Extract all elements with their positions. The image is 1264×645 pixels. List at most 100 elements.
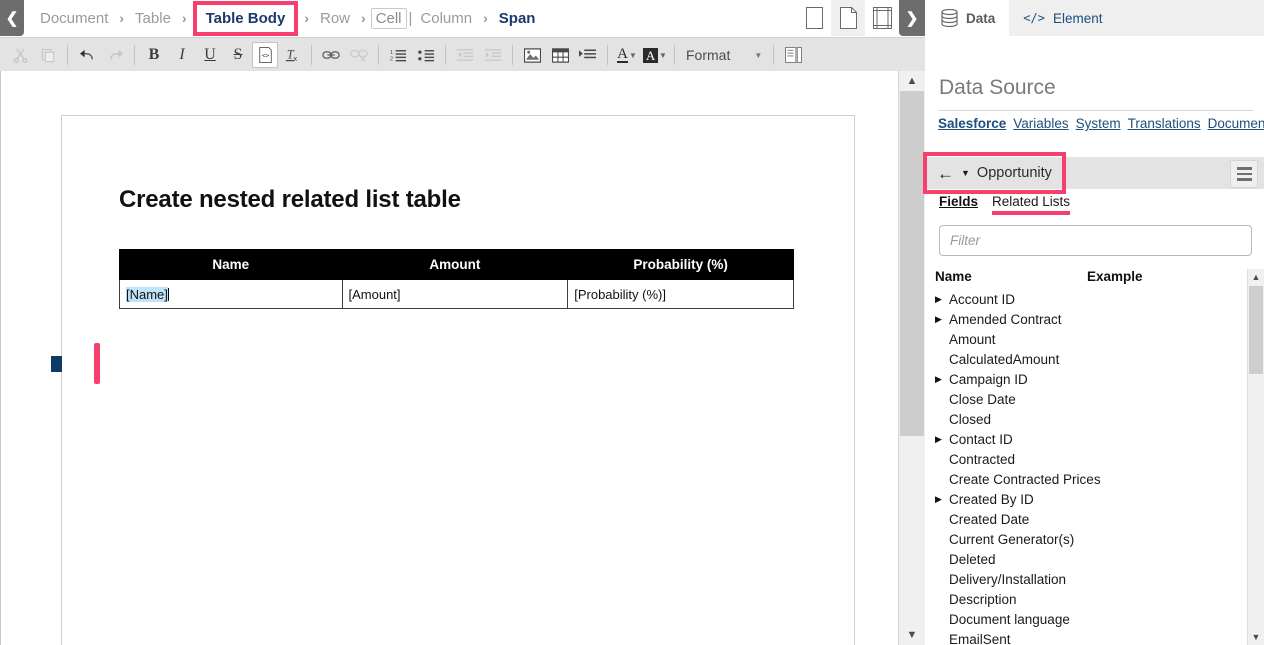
copy-icon[interactable] xyxy=(34,42,62,68)
format-dropdown[interactable]: Format ▼ xyxy=(680,42,768,68)
data-source-salesforce[interactable]: Salesforce xyxy=(938,116,1006,131)
field-list-item[interactable]: Contracted xyxy=(927,449,1240,469)
field-list-scrollbar[interactable]: ▲ ▼ xyxy=(1247,269,1264,645)
caret-down-icon[interactable]: ▼ xyxy=(629,51,637,60)
table-cell-amount[interactable]: [Amount] xyxy=(342,280,568,309)
field-list-item[interactable]: Amount xyxy=(927,329,1240,349)
hamburger-menu-icon[interactable] xyxy=(1230,160,1258,188)
page-margins-icon[interactable] xyxy=(865,0,899,36)
subtab-fields[interactable]: Fields xyxy=(939,194,978,213)
expand-triangle-icon[interactable]: ▶ xyxy=(935,495,946,504)
filter-input[interactable] xyxy=(940,226,1251,255)
field-list-item[interactable]: Deleted xyxy=(927,549,1240,569)
expand-triangle-icon[interactable]: ▶ xyxy=(935,435,946,444)
expand-triangle-icon[interactable]: ▶ xyxy=(935,375,946,384)
field-list-item[interactable]: ▶Campaign ID xyxy=(927,369,1240,389)
field-list-item[interactable]: Delivery/Installation xyxy=(927,569,1240,589)
background-color-icon[interactable]: A▼ xyxy=(641,42,669,68)
bold-icon[interactable]: B xyxy=(140,42,168,68)
arrow-left-icon[interactable]: ← xyxy=(937,165,954,182)
table-cell-name[interactable]: [Name] xyxy=(120,280,343,309)
document-page[interactable]: Create nested related list table Name Am… xyxy=(61,115,855,645)
chevron-up-icon[interactable]: ▲ xyxy=(1248,269,1264,285)
document-canvas[interactable]: Create nested related list table Name Am… xyxy=(0,71,899,645)
field-list-item[interactable]: CalculatedAmount xyxy=(927,349,1240,369)
code-icon: </> xyxy=(1023,11,1045,25)
unlink-icon[interactable] xyxy=(345,42,373,68)
cut-icon[interactable] xyxy=(6,42,34,68)
breadcrumb-bar: ❮ Document › Table › Table Body › Row › … xyxy=(0,0,925,37)
object-selector[interactable]: ← ▼ Opportunity xyxy=(927,157,1062,189)
redo-icon[interactable] xyxy=(101,42,129,68)
expand-triangle-icon[interactable]: ▶ xyxy=(935,315,946,324)
tab-data[interactable]: Data xyxy=(927,0,1009,36)
increase-indent-icon[interactable] xyxy=(479,42,507,68)
field-list-item[interactable]: EmailSent xyxy=(927,629,1240,645)
undo-icon[interactable] xyxy=(73,42,101,68)
field-list-item[interactable]: Close Date xyxy=(927,389,1240,409)
strikethrough-icon[interactable]: S xyxy=(224,42,252,68)
merge-field-name[interactable]: [Name] xyxy=(126,287,168,302)
field-list-item[interactable]: Created Date xyxy=(927,509,1240,529)
nested-related-list-table[interactable]: Name Amount Probability (%) [Name] [Amou… xyxy=(119,249,794,309)
data-source-system[interactable]: System xyxy=(1076,116,1121,131)
page-setup-icon[interactable] xyxy=(779,42,807,68)
filter-field[interactable] xyxy=(939,225,1252,256)
data-source-translations[interactable]: Translations xyxy=(1128,116,1201,131)
document-scrollbar-thumb[interactable] xyxy=(900,91,924,436)
underline-icon[interactable]: U xyxy=(196,42,224,68)
insert-image-icon[interactable] xyxy=(518,42,546,68)
object-name-label: Opportunity xyxy=(977,165,1052,181)
expand-spacer xyxy=(935,575,946,584)
caret-down-icon[interactable]: ▼ xyxy=(961,168,970,178)
field-list-item[interactable]: Description xyxy=(927,589,1240,609)
data-source-documents[interactable]: Documents xyxy=(1208,116,1264,131)
field-list-item-label: Closed xyxy=(949,412,991,427)
field-list-item[interactable]: Create Contracted Prices xyxy=(927,469,1240,489)
breadcrumb-item-cell[interactable]: Cell xyxy=(371,8,407,29)
caret-down-icon[interactable]: ▼ xyxy=(659,51,667,60)
breadcrumb-item-table-body[interactable]: Table Body xyxy=(200,8,292,29)
breadcrumb-item-column[interactable]: Column xyxy=(414,8,478,29)
expand-triangle-icon[interactable]: ▶ xyxy=(935,295,946,304)
chevron-down-icon[interactable]: ▼ xyxy=(899,625,925,645)
field-list-item[interactable]: ▶Created By ID xyxy=(927,489,1240,509)
insert-table-icon[interactable] xyxy=(546,42,574,68)
chevron-up-icon[interactable]: ▲ xyxy=(899,71,925,91)
breadcrumb-item-table[interactable]: Table xyxy=(129,8,177,29)
bulleted-list-icon[interactable] xyxy=(412,42,440,68)
insert-field-icon[interactable] xyxy=(574,42,602,68)
field-list[interactable]: ▶Account ID▶Amended Contract Amount Calc… xyxy=(927,289,1240,645)
field-list-item[interactable]: ▶Account ID xyxy=(927,289,1240,309)
breadcrumb-item-document[interactable]: Document xyxy=(34,8,114,29)
tab-element[interactable]: </> Element xyxy=(1009,0,1264,36)
column-header-example: Example xyxy=(1087,269,1143,284)
field-list-item-label: Account ID xyxy=(949,292,1015,307)
breadcrumb-expand-button[interactable]: ❯ xyxy=(899,0,925,36)
document-scrollbar[interactable]: ▲ ▼ xyxy=(898,71,925,645)
breadcrumb-item-span[interactable]: Span xyxy=(493,8,542,29)
table-row[interactable]: [Name] [Amount] [Probability (%)] xyxy=(120,280,794,309)
field-list-item[interactable]: Closed xyxy=(927,409,1240,429)
insert-link-icon[interactable] xyxy=(317,42,345,68)
breadcrumb-item-row[interactable]: Row xyxy=(314,8,356,29)
source-code-icon[interactable]: <> xyxy=(252,42,278,68)
italic-icon[interactable]: I xyxy=(168,42,196,68)
field-list-item[interactable]: Document language xyxy=(927,609,1240,629)
field-list-item[interactable]: ▶Amended Contract xyxy=(927,309,1240,329)
breadcrumb-collapse-button[interactable]: ❮ xyxy=(0,0,24,36)
numbered-list-icon[interactable]: 12 xyxy=(384,42,412,68)
data-source-variables[interactable]: Variables xyxy=(1013,116,1068,131)
decrease-indent-icon[interactable] xyxy=(451,42,479,68)
navigation-marker[interactable] xyxy=(51,356,62,372)
field-list-scrollbar-thumb[interactable] xyxy=(1249,286,1263,374)
text-color-icon[interactable]: A▼ xyxy=(613,42,641,68)
subtab-related-lists[interactable]: Related Lists xyxy=(992,194,1070,213)
chevron-down-icon[interactable]: ▼ xyxy=(1248,629,1264,645)
page-with-fold-icon[interactable] xyxy=(831,0,865,36)
field-list-item[interactable]: ▶Contact ID xyxy=(927,429,1240,449)
table-cell-probability[interactable]: [Probability (%)] xyxy=(568,280,794,309)
field-list-item[interactable]: Current Generator(s) xyxy=(927,529,1240,549)
single-page-icon[interactable] xyxy=(797,0,831,36)
remove-format-icon[interactable]: Tx xyxy=(278,42,306,68)
